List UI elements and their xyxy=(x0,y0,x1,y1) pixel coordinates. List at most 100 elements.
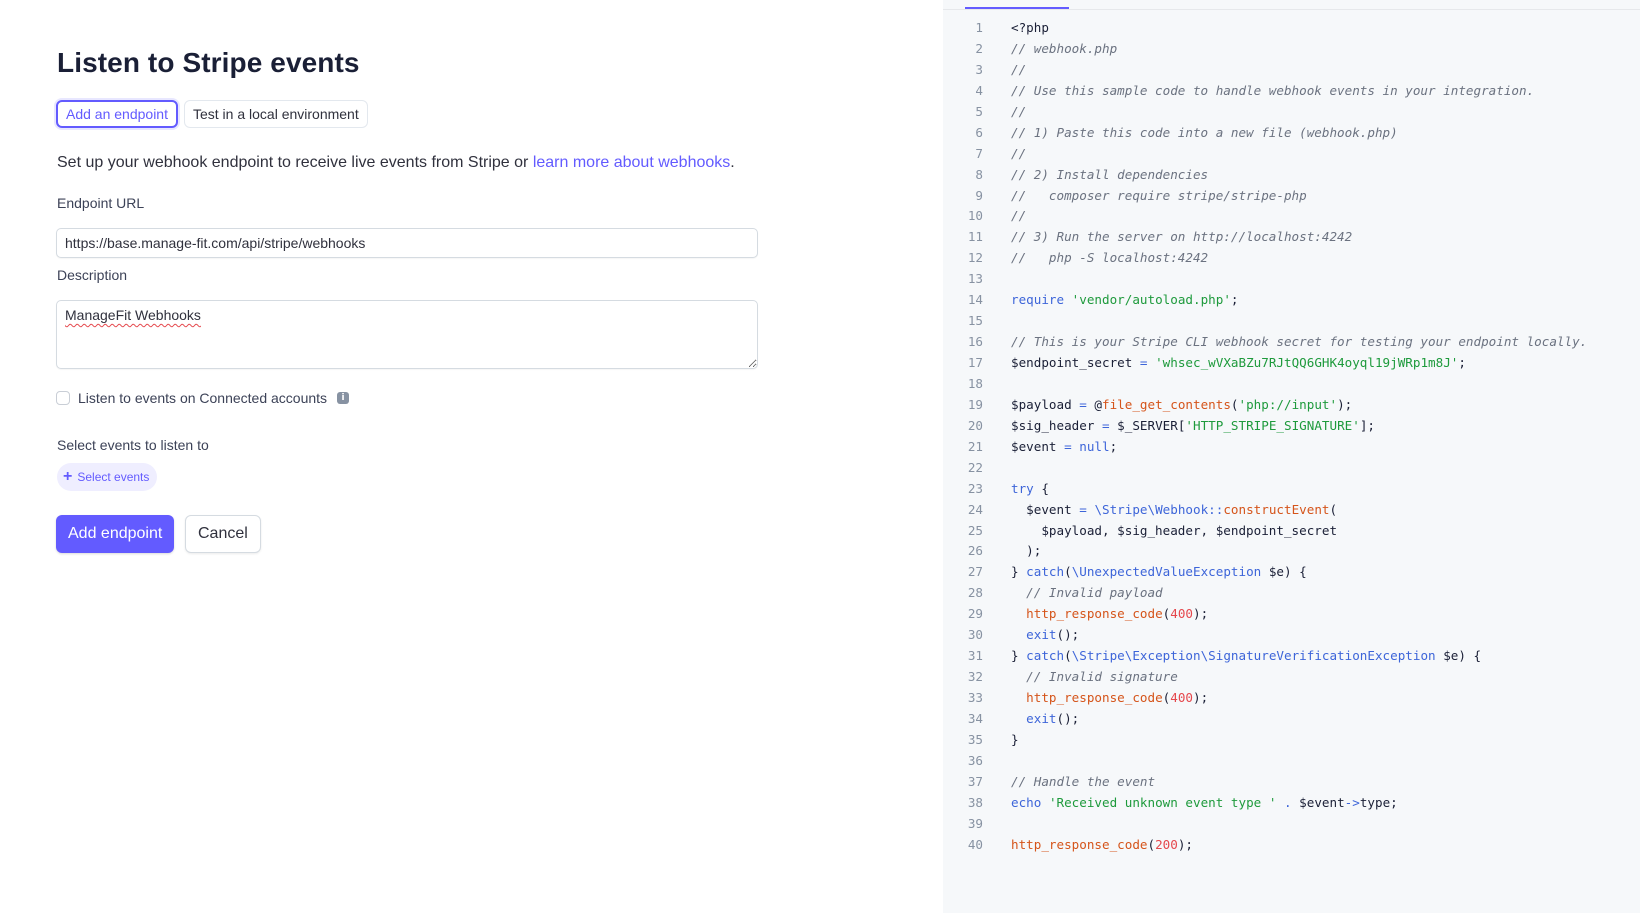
code-token: $endpoint_secret xyxy=(1011,355,1140,370)
code-token: = xyxy=(1079,396,1087,412)
code-token: ); xyxy=(1337,396,1353,412)
code-line: 2 // webhook.php xyxy=(943,39,1587,60)
code-token: 400 xyxy=(1170,606,1193,622)
line-number: 38 xyxy=(967,794,983,810)
line-number: 10 xyxy=(967,208,983,224)
tab-test-local-environment[interactable]: Test in a local environment xyxy=(183,100,368,128)
line-number: 22 xyxy=(967,459,983,475)
code-token: 'Received unknown event type ' xyxy=(1048,794,1277,810)
code-line: 20 $sig_header = $_SERVER['HTTP_STRIPE_SI… xyxy=(943,416,1587,437)
line-number: 7 xyxy=(975,145,983,161)
line-number: 12 xyxy=(967,250,983,266)
code-token: // xyxy=(1011,103,1027,119)
code-token: exit xyxy=(1026,710,1057,726)
line-text: exit(); xyxy=(1011,625,1079,646)
line-text: http_response_code(400); xyxy=(1011,604,1208,625)
cancel-button[interactable]: Cancel xyxy=(185,515,261,553)
intro-text-end: . xyxy=(730,154,735,171)
code-line: 39 xyxy=(943,814,1587,835)
line-text: echo 'Received unknown event type ' . $e… xyxy=(1011,793,1398,814)
line-number: 13 xyxy=(967,271,983,287)
code-token: ); xyxy=(1011,543,1042,559)
code-token: ; xyxy=(1109,438,1118,454)
code-token: = xyxy=(1064,438,1072,454)
line-text: } xyxy=(1011,730,1019,751)
code-token: = xyxy=(1139,355,1148,370)
code-token: $event xyxy=(1011,438,1065,454)
page-title: Listen to Stripe events xyxy=(57,47,360,78)
code-token: = xyxy=(1079,501,1087,517)
code-line: 36 xyxy=(943,751,1587,772)
line-number: 39 xyxy=(967,815,983,831)
code-token: \Stripe\Exception\SignatureVerificationE… xyxy=(1071,648,1436,664)
code-token: // php -S localhost:4242 xyxy=(1011,250,1209,266)
add-endpoint-button[interactable]: Add endpoint xyxy=(56,515,175,553)
code-token: // This is your Stripe CLI webhook secre… xyxy=(1011,334,1588,350)
code-token: 'HTTP_STRIPE_SIGNATURE' xyxy=(1185,417,1360,433)
line-text: // 2) Install dependencies xyxy=(1011,165,1208,186)
code-line: 7 // xyxy=(943,144,1587,165)
info-icon[interactable]: i xyxy=(337,392,350,404)
code-token: catch xyxy=(1026,564,1065,580)
code-token: ( xyxy=(1064,564,1072,580)
code-line: 10 // xyxy=(943,206,1587,227)
code-line: 28 // Invalid payload xyxy=(943,583,1587,604)
line-text: $event = \Stripe\Webhook::constructEvent… xyxy=(1011,500,1337,521)
line-text: http_response_code(200); xyxy=(1011,835,1193,856)
line-number: 23 xyxy=(967,480,983,496)
line-number: 9 xyxy=(975,187,983,203)
line-number: 33 xyxy=(967,690,983,705)
code-token: ); xyxy=(1177,836,1193,852)
connected-accounts-checkbox[interactable] xyxy=(56,391,70,405)
code-token: 400 xyxy=(1170,690,1193,705)
line-text: // xyxy=(1011,102,1026,123)
code-line: 38 echo 'Received unknown event type ' . … xyxy=(943,793,1587,814)
plus-icon: + xyxy=(63,468,73,485)
code-token: type; xyxy=(1359,794,1398,810)
line-number: 40 xyxy=(967,836,983,852)
code-line: 17 $endpoint_secret = 'whsec_wVXaBZu7RJtQ… xyxy=(943,353,1587,374)
line-text: // Invalid signature xyxy=(1011,667,1178,688)
code-token: $event xyxy=(1011,501,1080,517)
code-token: } xyxy=(1011,731,1019,747)
code-token: (); xyxy=(1056,627,1080,643)
endpoint-url-input[interactable] xyxy=(56,228,758,258)
code-token: 'php://input' xyxy=(1238,396,1338,412)
line-number: 25 xyxy=(967,522,983,538)
code-token: try xyxy=(1011,480,1034,496)
line-number: 32 xyxy=(967,669,983,685)
code-token: $e) { xyxy=(1435,648,1482,664)
code-line: 31} catch(\Stripe\Exception\SignatureVer… xyxy=(943,646,1587,667)
line-number: 28 xyxy=(967,585,983,601)
code-token: // Invalid payload xyxy=(1011,585,1163,601)
code-line: 40 http_response_code(200); xyxy=(943,835,1587,856)
description-label: Description xyxy=(57,267,128,283)
line-number: 27 xyxy=(967,564,983,580)
code-token: $sig_header xyxy=(1011,417,1102,433)
code-line: 18 xyxy=(943,374,1587,395)
line-number: 1 xyxy=(975,20,983,35)
code-token: // xyxy=(1011,61,1027,77)
connected-accounts-label: Listen to events on Connected accounts xyxy=(78,390,328,406)
code-token: } xyxy=(1011,564,1027,580)
code-token: ( xyxy=(1147,836,1156,852)
line-number: 19 xyxy=(967,396,983,412)
code-token: constructEvent xyxy=(1223,501,1330,517)
code-line: 24 $event = \Stripe\Webhook::constructEv… xyxy=(943,500,1587,521)
line-number: 31 xyxy=(967,648,983,664)
line-text: // composer require stripe/stripe-php xyxy=(1011,186,1307,207)
line-number: 29 xyxy=(967,606,983,622)
line-text: require 'vendor/autoload.php'; xyxy=(1011,290,1239,311)
code-token: // xyxy=(1011,208,1027,224)
description-textarea[interactable]: ManageFit Webhooks xyxy=(56,300,758,369)
learn-more-webhooks-link[interactable]: learn more about webhooks xyxy=(533,154,730,171)
select-events-button[interactable]: + Select events xyxy=(57,463,158,491)
line-number: 16 xyxy=(967,334,983,350)
tab-add-endpoint[interactable]: Add an endpoint xyxy=(56,100,178,128)
code-token: http_response_code xyxy=(1026,606,1163,622)
code-token: $e) { xyxy=(1261,564,1307,580)
line-text: http_response_code(400); xyxy=(1011,688,1208,709)
